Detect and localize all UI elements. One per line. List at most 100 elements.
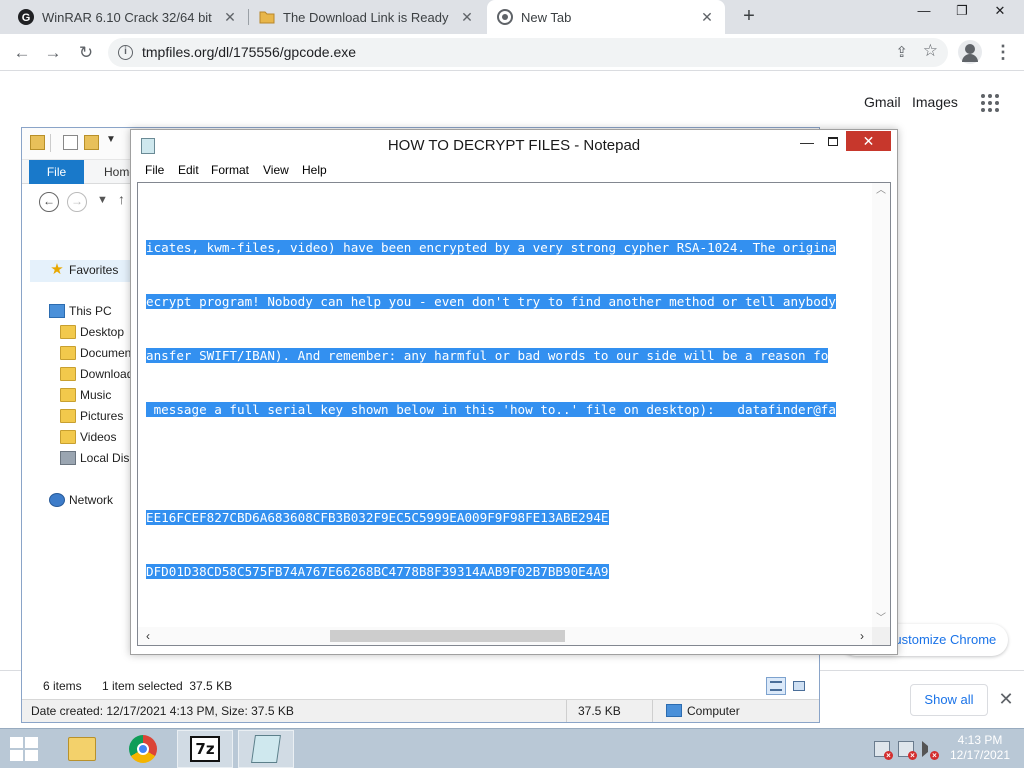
back-arrow-icon[interactable]: ←: [9, 40, 35, 66]
sidebar-item-videos[interactable]: Videos: [60, 427, 116, 447]
file-details: Date created: 12/17/2021 4:13 PM, Size: …: [31, 704, 294, 718]
close-icon[interactable]: ✕: [459, 9, 475, 25]
details-view-icon[interactable]: [766, 677, 786, 695]
file-explorer-icon: [68, 737, 96, 761]
reload-icon[interactable]: ↻: [73, 40, 99, 66]
selection-info: 1 item selected 37.5 KB: [102, 679, 233, 693]
scroll-right-icon[interactable]: ›: [854, 627, 870, 645]
large-icons-view-icon[interactable]: [789, 677, 809, 695]
restore-icon[interactable]: ❐: [944, 0, 980, 22]
clock-time: 4:13 PM: [957, 733, 1003, 747]
error-badge-icon: ×: [908, 751, 917, 760]
tab-winrar[interactable]: G WinRAR 6.10 Crack 32/64 bit License Ke…: [8, 0, 248, 34]
explorer-details-bar: Date created: 12/17/2021 4:13 PM, Size: …: [22, 699, 819, 722]
menu-file[interactable]: File: [145, 163, 164, 177]
forward-arrow-icon[interactable]: →: [40, 40, 66, 66]
computer-icon: [49, 304, 65, 318]
location-label: Computer: [687, 704, 740, 718]
notepad-title-bar[interactable]: HOW TO DECRYPT FILES - Notepad — ✕: [131, 130, 897, 160]
sidebar-item-label: This PC: [69, 304, 112, 318]
computer-icon: [666, 704, 682, 717]
scroll-down-icon[interactable]: ﹀: [872, 611, 890, 627]
images-link[interactable]: Images: [912, 94, 958, 110]
gmail-link[interactable]: Gmail: [864, 94, 901, 110]
close-icon[interactable]: ✕: [699, 9, 715, 25]
minimize-icon[interactable]: —: [906, 0, 942, 22]
sidebar-item-local-disk[interactable]: Local Disk: [60, 448, 135, 468]
tab-title: WinRAR 6.10 Crack 32/64 bit License Key: [42, 9, 216, 25]
properties-icon[interactable]: [63, 135, 78, 150]
folder-icon: [60, 325, 76, 339]
sidebar-item-label: Local Disk: [80, 451, 136, 465]
menu-edit[interactable]: Edit: [178, 163, 199, 177]
address-bar[interactable]: i tmpfiles.org/dl/175556/gpcode.exe ⇪ ☆: [108, 38, 948, 67]
windows-start-icon[interactable]: [10, 737, 38, 761]
new-folder-icon[interactable]: [84, 135, 99, 150]
google-apps-icon[interactable]: [981, 94, 999, 112]
menu-help[interactable]: Help: [302, 163, 327, 177]
maximize-icon[interactable]: [821, 132, 845, 154]
scrollbar-thumb[interactable]: [330, 630, 565, 642]
minimize-icon[interactable]: —: [795, 132, 819, 154]
selected-text: ansfer SWIFT/IBAN). And remember: any ha…: [146, 348, 829, 363]
7zip-icon: 7z: [190, 736, 220, 762]
menu-view[interactable]: View: [263, 163, 289, 177]
bookmark-star-icon[interactable]: ☆: [923, 41, 938, 61]
folder-icon: [60, 388, 76, 402]
sidebar-item-favorites[interactable]: ★ Favorites: [49, 260, 118, 280]
taskbar-7zip[interactable]: 7z: [177, 730, 233, 768]
close-icon[interactable]: ✕: [846, 131, 891, 151]
divider: [566, 700, 567, 722]
menu-format[interactable]: Format: [211, 163, 249, 177]
back-arrow-icon[interactable]: ←: [39, 192, 59, 212]
show-all-button[interactable]: Show all: [910, 684, 988, 716]
new-tab-button[interactable]: +: [737, 5, 761, 29]
profile-avatar-icon[interactable]: [958, 40, 982, 64]
network-icon: [49, 493, 65, 507]
site-info-icon[interactable]: i: [118, 45, 133, 60]
close-shelf-icon[interactable]: ✕: [996, 688, 1016, 710]
taskbar-notepad[interactable]: [238, 730, 294, 768]
tab-title: The Download Link is Ready: [283, 9, 449, 25]
sidebar-item-this-pc[interactable]: This PC: [49, 301, 112, 321]
tab-new-tab[interactable]: New Tab ✕: [487, 0, 725, 34]
system-clock[interactable]: 4:13 PM 12/17/2021: [945, 733, 1015, 763]
forward-arrow-icon[interactable]: →: [67, 192, 87, 212]
folder-icon: [30, 135, 45, 150]
sidebar-item-label: Favorites: [69, 263, 119, 277]
folder-icon: [60, 346, 76, 360]
drive-icon: [60, 451, 76, 465]
sidebar-item-documents[interactable]: Documents: [60, 343, 141, 363]
text-editor-area[interactable]: icates, kwm-files, video) have been encr…: [137, 182, 891, 646]
taskbar-chrome[interactable]: [115, 730, 171, 768]
scroll-left-icon[interactable]: ‹: [140, 627, 156, 645]
url-text[interactable]: tmpfiles.org/dl/175556/gpcode.exe: [142, 44, 356, 60]
up-arrow-icon[interactable]: ↑: [118, 191, 125, 207]
ransom-note-text[interactable]: icates, kwm-files, video) have been encr…: [146, 203, 866, 617]
recent-locations-icon[interactable]: ▼: [97, 194, 108, 206]
tab-download-link[interactable]: The Download Link is Ready ✕: [249, 0, 485, 34]
chrome-menu-icon[interactable]: ⋮: [994, 41, 1012, 63]
close-window-icon[interactable]: ✕: [982, 0, 1018, 22]
horizontal-scrollbar[interactable]: ‹ ›: [138, 627, 872, 645]
sidebar-item-downloads[interactable]: Downloads: [60, 364, 139, 384]
text-line: [146, 455, 866, 473]
volume-icon[interactable]: [922, 741, 928, 757]
sidebar-item-desktop[interactable]: Desktop: [60, 322, 124, 342]
sidebar-item-label: Music: [80, 388, 112, 402]
sidebar-item-network[interactable]: Network: [49, 490, 113, 510]
mute-badge-icon: ×: [930, 751, 939, 760]
sidebar-item-music[interactable]: Music: [60, 385, 111, 405]
chevron-down-icon[interactable]: ▼: [106, 134, 116, 145]
close-icon[interactable]: ✕: [222, 9, 238, 25]
folder-icon: [60, 409, 76, 423]
scroll-up-icon[interactable]: ︿: [872, 183, 890, 199]
notepad-window: HOW TO DECRYPT FILES - Notepad — ✕ File …: [130, 129, 898, 655]
size-grip[interactable]: [872, 627, 890, 645]
taskbar-file-explorer[interactable]: [54, 730, 110, 768]
selected-text: icates, kwm-files, video) have been encr…: [146, 240, 836, 255]
share-icon[interactable]: ⇪: [895, 43, 908, 61]
ribbon-tab-file[interactable]: File: [29, 160, 84, 184]
vertical-scrollbar[interactable]: ︿ ﹀: [872, 183, 890, 627]
sidebar-item-pictures[interactable]: Pictures: [60, 406, 123, 426]
